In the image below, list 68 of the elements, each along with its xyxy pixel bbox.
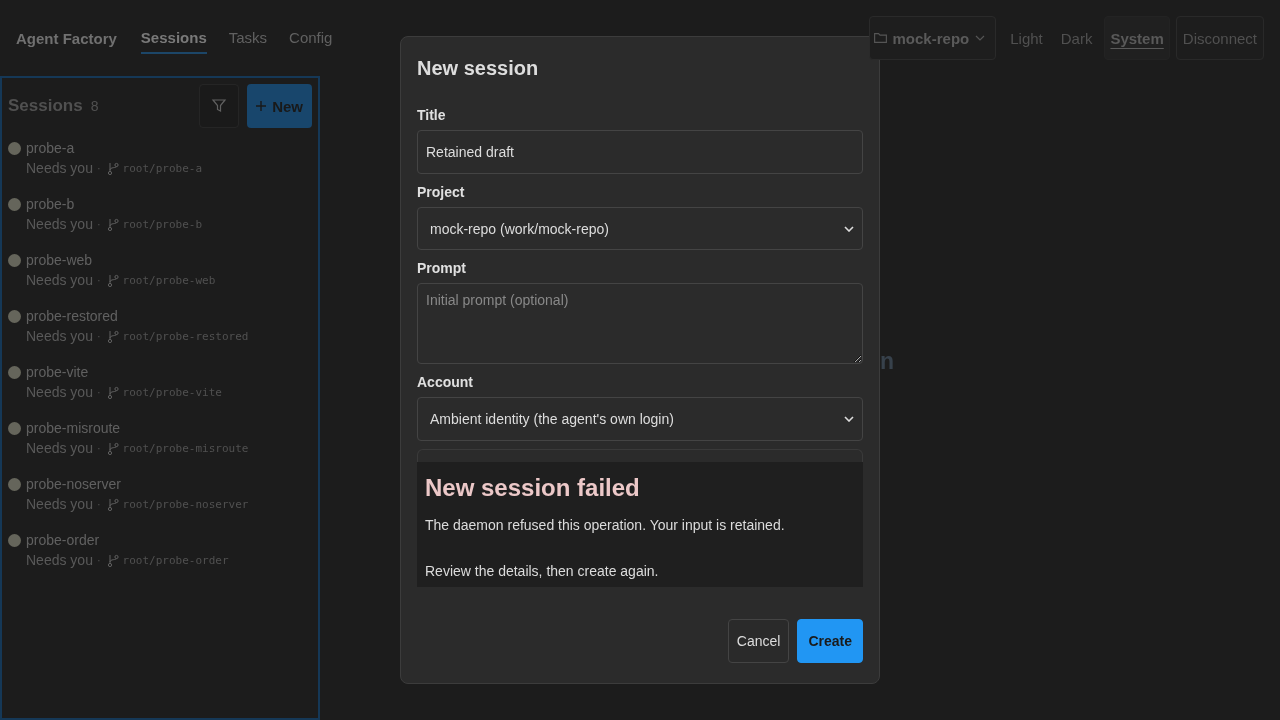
status-dot [8, 365, 21, 379]
create-button[interactable]: Create [797, 619, 863, 663]
chevron-down-icon [844, 415, 854, 422]
status-dot [8, 477, 21, 491]
prompt-field[interactable]: Initial prompt (optional) [417, 283, 863, 365]
separator-dot: · [96, 274, 101, 286]
status-dot [8, 141, 21, 155]
branch-icon [106, 273, 119, 287]
error-message: Review the details, then create again. [425, 562, 660, 579]
session-name[interactable]: probe-a [26, 140, 75, 156]
separator-dot: · [96, 386, 101, 398]
status-dot [8, 421, 21, 435]
separator-dot: · [96, 162, 101, 174]
session-status: Needs you [26, 496, 93, 512]
session-name[interactable]: probe-restored [26, 308, 118, 324]
branch-icon [106, 329, 119, 343]
branch-icon [106, 385, 119, 399]
plus-icon [256, 101, 267, 111]
session-name[interactable]: probe-noserver [26, 476, 121, 492]
chevron-down-icon [975, 35, 986, 41]
folder-icon [873, 33, 887, 43]
session-name[interactable]: probe-order [26, 532, 100, 548]
app-title: Agent Factory [16, 29, 117, 47]
session-status: Needs you [26, 328, 93, 344]
status-dot [8, 533, 21, 547]
select-field[interactable]: mock-repo (work/mock-repo) [417, 206, 863, 251]
separator-dot: · [96, 218, 101, 230]
status-dot [8, 309, 21, 323]
session-name[interactable]: probe-vite [26, 364, 89, 380]
nav-tab[interactable]: Tasks [228, 22, 268, 54]
session-name[interactable]: probe-web [26, 252, 93, 268]
field-label: Account [417, 374, 474, 391]
theme-option[interactable]: System [1104, 16, 1170, 60]
filter-icon [211, 98, 228, 114]
nav-tab[interactable]: Sessions [140, 22, 207, 54]
separator-dot: · [96, 554, 101, 566]
session-status: Needs you [26, 552, 93, 568]
repo-picker[interactable]: mock-repo [868, 16, 997, 60]
branch-icon [106, 497, 119, 511]
filter-button[interactable] [199, 84, 240, 128]
new-button[interactable]: New [247, 84, 312, 128]
cancel-button[interactable]: Cancel [727, 619, 790, 663]
session-name[interactable]: probe-misroute [26, 420, 121, 436]
branch-icon [106, 441, 119, 455]
select-field[interactable]: Ambient identity (the agent's own login) [417, 397, 863, 441]
status-dot [8, 197, 21, 211]
dialog-title: New session [417, 57, 540, 80]
chevron-down-icon [844, 225, 854, 232]
branch-icon [106, 161, 119, 175]
separator-dot: · [96, 498, 101, 510]
title-field[interactable]: Retained draft [417, 130, 863, 174]
session-name[interactable]: probe-b [26, 196, 75, 212]
error-title: New session failed [425, 473, 641, 502]
session-status: Needs you [26, 440, 93, 456]
session-status: Needs you [26, 272, 93, 288]
session-status: Needs you [26, 384, 93, 400]
nav-tab[interactable]: Config [289, 22, 333, 54]
separator-dot: · [96, 330, 101, 342]
error-message: The daemon refused this operation. Your input is retained. [425, 516, 786, 533]
status-dot [8, 253, 21, 267]
separator-dot: · [96, 442, 101, 454]
field-label: Title [417, 107, 447, 123]
session-status: Needs you [26, 160, 93, 176]
field-label: Project [417, 183, 466, 200]
branch-icon [106, 553, 119, 567]
branch-icon [106, 217, 119, 231]
field-label: Prompt [417, 260, 467, 277]
session-status: Needs you [26, 216, 93, 232]
